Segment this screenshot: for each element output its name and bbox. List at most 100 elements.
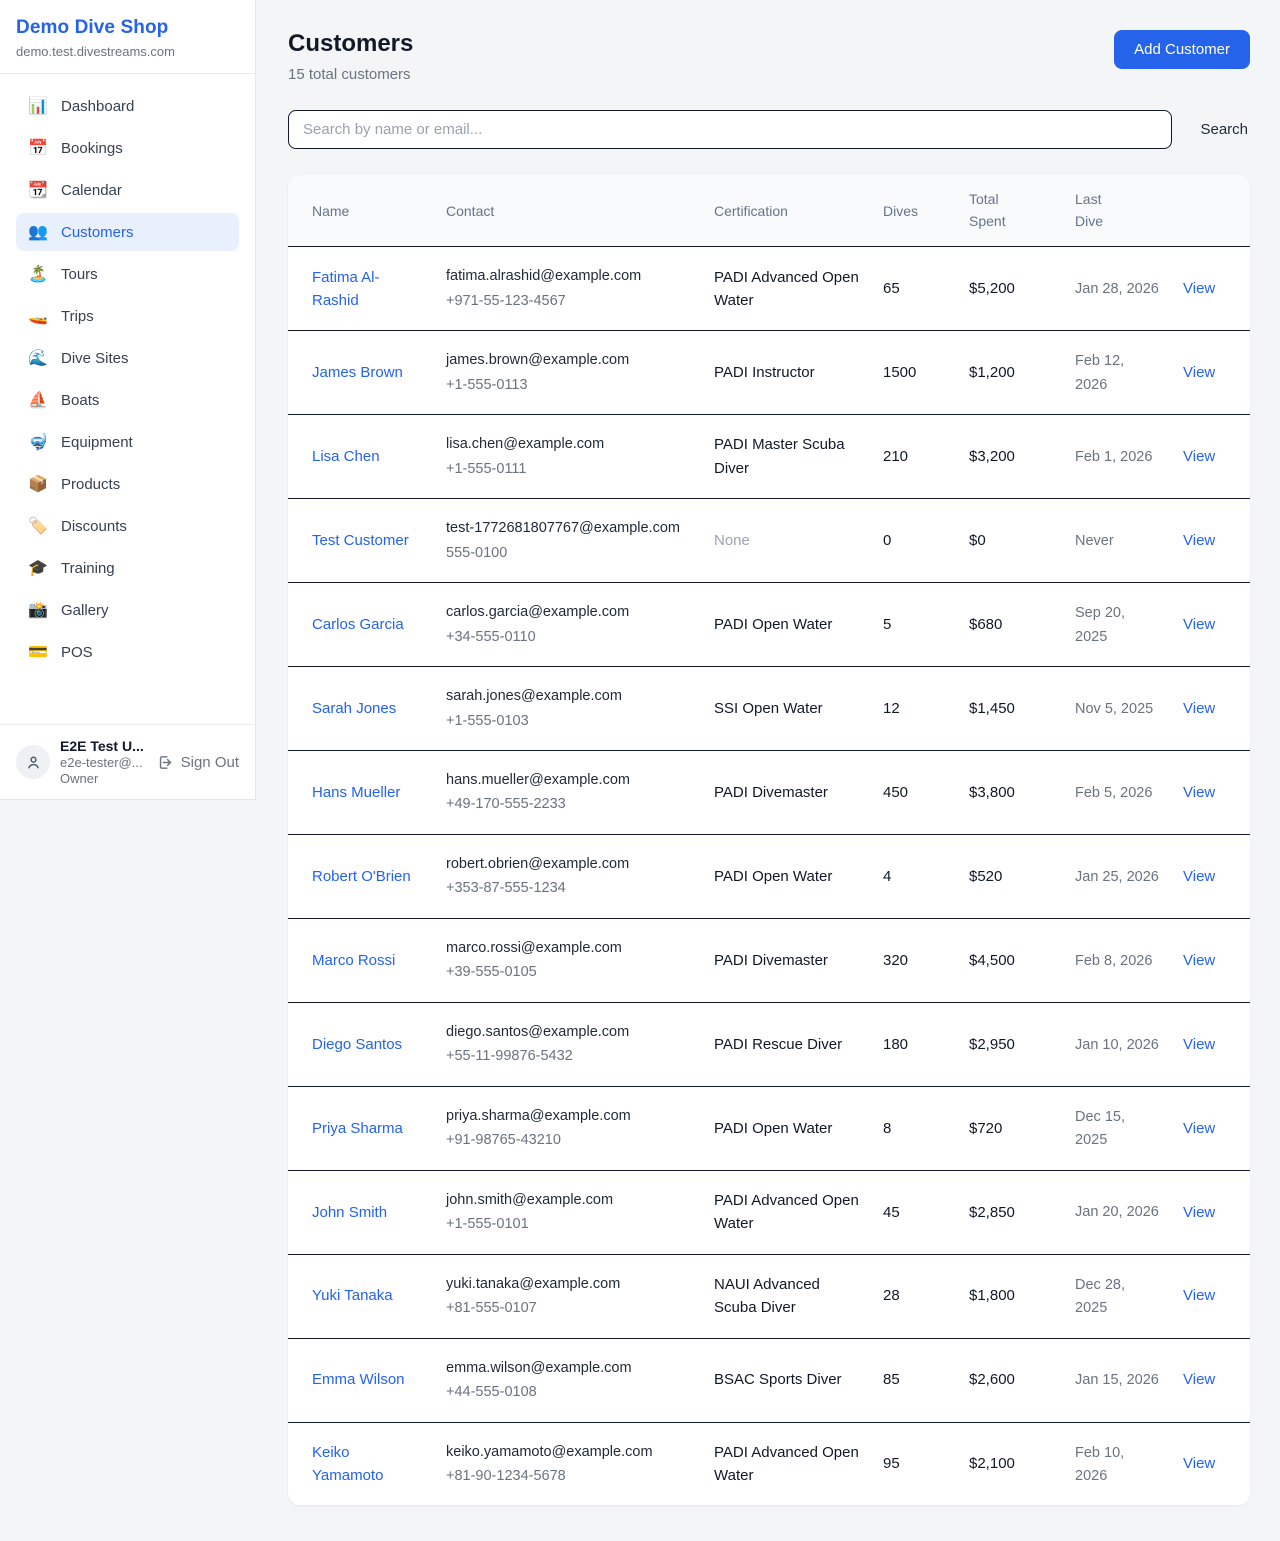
customer-total-spent: $2,950 [969,1036,1015,1053]
nav-item-label: Dashboard [61,98,134,115]
sign-out-button[interactable]: Sign Out [157,754,239,771]
add-customer-button[interactable]: Add Customer [1114,30,1250,69]
nav-item-label: Tours [61,266,98,283]
customer-name-link[interactable]: Yuki Tanaka [312,1284,393,1307]
sidebar-item-dive-sites[interactable]: 🌊 Dive Sites [16,339,239,377]
nav-item-label: Trips [61,308,94,325]
customer-name-link[interactable]: Hans Mueller [312,781,400,804]
column-dives: Dives [871,175,957,247]
customer-dives: 1500 [883,364,916,381]
view-customer-link[interactable]: View [1183,448,1215,465]
customer-certification: PADI Divemaster [714,952,828,969]
customer-row: Robert O'Brien robert.obrien@example.com… [288,834,1250,918]
customer-name-link[interactable]: Robert O'Brien [312,865,411,888]
sidebar-item-tours[interactable]: 🏝️ Tours [16,255,239,293]
view-customer-link[interactable]: View [1183,868,1215,885]
customer-dives: 12 [883,700,900,717]
sidebar-item-products[interactable]: 📦 Products [16,465,239,503]
customer-dives: 45 [883,1204,900,1221]
view-customer-link[interactable]: View [1183,700,1215,717]
search-button[interactable]: Search [1198,113,1250,146]
sidebar-item-discounts[interactable]: 🏷️ Discounts [16,507,239,545]
customer-name-link[interactable]: Marco Rossi [312,949,395,972]
sidebar-nav: 📊 Dashboard 📅 Bookings 📆 Calendar 👥 Cust… [0,74,255,724]
customer-email: hans.mueller@example.com [446,769,690,791]
customer-name-link[interactable]: Emma Wilson [312,1368,405,1391]
customer-certification: PADI Rescue Diver [714,1036,842,1053]
view-customer-link[interactable]: View [1183,1036,1215,1053]
view-customer-link[interactable]: View [1183,616,1215,633]
customer-phone: +81-555-0107 [446,1297,690,1319]
customer-last-dive: Nov 5, 2025 [1075,701,1153,717]
sidebar-item-training[interactable]: 🎓 Training [16,549,239,587]
sidebar-item-boats[interactable]: ⛵ Boats [16,381,239,419]
view-customer-link[interactable]: View [1183,1120,1215,1137]
nav-item-label: Dive Sites [61,350,129,367]
sidebar-item-calendar[interactable]: 📆 Calendar [16,171,239,209]
customer-dives: 85 [883,1371,900,1388]
shop-name: Demo Dive Shop [16,17,239,39]
customer-last-dive: Jan 10, 2026 [1075,1037,1159,1053]
view-customer-link[interactable]: View [1183,784,1215,801]
customer-certification: NAUI Advanced Scuba Diver [714,1276,820,1316]
customer-email: carlos.garcia@example.com [446,601,690,623]
customer-dives: 180 [883,1036,908,1053]
customer-total-spent: $2,850 [969,1204,1015,1221]
customer-phone: +55-11-99876-5432 [446,1045,690,1067]
sidebar-item-customers[interactable]: 👥 Customers [16,213,239,251]
customers-table: Name Contact Certification Dives Total S… [288,175,1250,1505]
customer-name-link[interactable]: John Smith [312,1201,387,1224]
customer-name-link[interactable]: Priya Sharma [312,1117,403,1140]
column-total-spent: Total Spent [957,175,1063,247]
table-header: Name Contact Certification Dives Total S… [288,175,1250,247]
sidebar-item-bookings[interactable]: 📅 Bookings [16,129,239,167]
customer-name-link[interactable]: Carlos Garcia [312,613,404,636]
view-customer-link[interactable]: View [1183,952,1215,969]
customer-total-spent: $3,800 [969,784,1015,801]
customer-phone: +1-555-0103 [446,710,690,732]
customer-phone: +49-170-555-2233 [446,793,690,815]
customer-row: Marco Rossi marco.rossi@example.com +39-… [288,918,1250,1002]
view-customer-link[interactable]: View [1183,364,1215,381]
sidebar-item-pos[interactable]: 💳 POS [16,633,239,671]
view-customer-link[interactable]: View [1183,1371,1215,1388]
customer-dives: 320 [883,952,908,969]
customer-total-spent: $2,100 [969,1455,1015,1472]
customer-name-link[interactable]: Lisa Chen [312,445,380,468]
customer-certification: PADI Advanced Open Water [714,1192,859,1232]
sidebar-item-trips[interactable]: 🚤 Trips [16,297,239,335]
brand-block: Demo Dive Shop demo.test.divestreams.com [0,0,255,74]
column-certification: Certification [702,175,871,247]
customer-row: Emma Wilson emma.wilson@example.com +44-… [288,1338,1250,1422]
search-input[interactable] [288,110,1172,149]
view-customer-link[interactable]: View [1183,1287,1215,1304]
customer-name-link[interactable]: Test Customer [312,529,409,552]
customer-name-link[interactable]: Diego Santos [312,1033,402,1056]
customer-phone: +44-555-0108 [446,1381,690,1403]
customer-phone: +91-98765-43210 [446,1129,690,1151]
view-customer-link[interactable]: View [1183,280,1215,297]
customer-dives: 5 [883,616,891,633]
column-contact: Contact [434,175,702,247]
customer-name-link[interactable]: Fatima Al-Rashid [312,266,422,313]
logout-icon [157,754,174,771]
customer-phone: +971-55-123-4567 [446,290,690,312]
customer-certification: PADI Open Water [714,868,832,885]
column-last-dive: Last Dive [1063,175,1171,247]
customer-name-link[interactable]: James Brown [312,361,403,384]
view-customer-link[interactable]: View [1183,1455,1215,1472]
sidebar-item-equipment[interactable]: 🤿 Equipment [16,423,239,461]
customer-name-link[interactable]: Keiko Yamamoto [312,1441,422,1488]
customer-count: 15 total customers [288,66,413,83]
view-customer-link[interactable]: View [1183,532,1215,549]
customer-last-dive: Jan 25, 2026 [1075,869,1159,885]
customer-total-spent: $720 [969,1120,1002,1137]
sidebar-item-gallery[interactable]: 📸 Gallery [16,591,239,629]
customer-last-dive: Dec 15, 2025 [1075,1109,1125,1148]
view-customer-link[interactable]: View [1183,1204,1215,1221]
customer-dives: 28 [883,1287,900,1304]
customer-name-link[interactable]: Sarah Jones [312,697,396,720]
sailboat-icon: ⛵ [28,390,48,410]
sidebar-item-dashboard[interactable]: 📊 Dashboard [16,87,239,125]
nav-item-label: Training [61,560,115,577]
